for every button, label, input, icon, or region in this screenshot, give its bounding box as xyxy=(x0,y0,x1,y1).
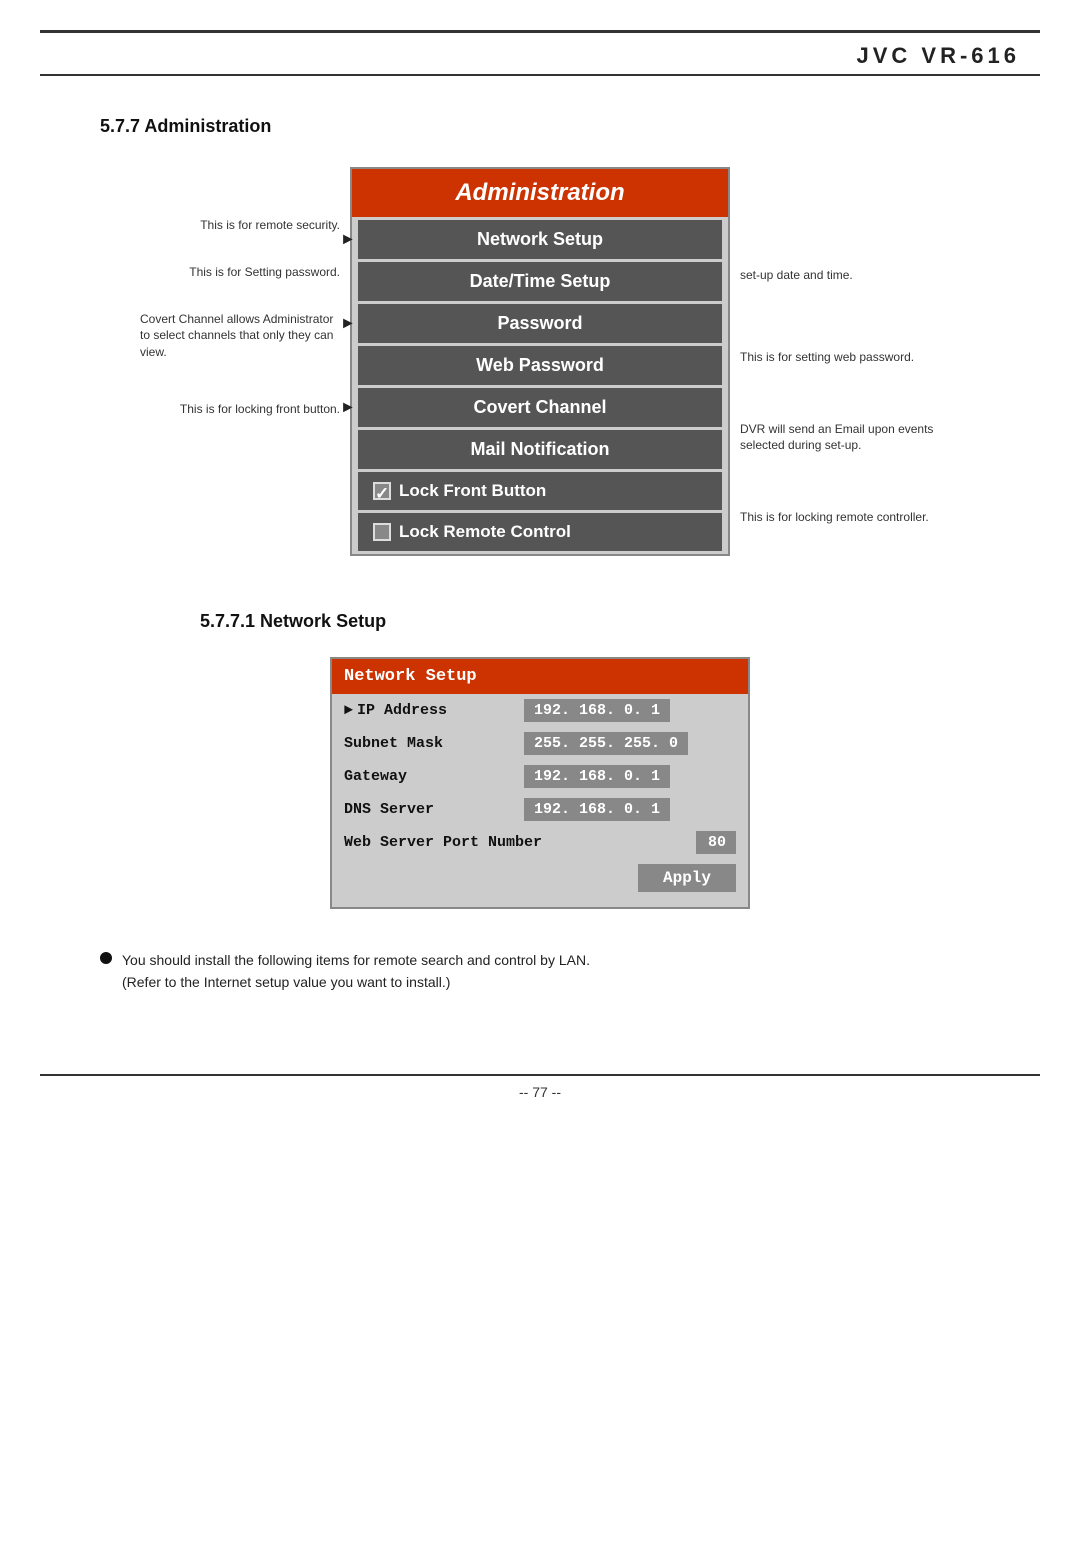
menu-lock-remote[interactable]: Lock Remote Control xyxy=(358,513,722,551)
menu-lock-front[interactable]: ✓ Lock Front Button xyxy=(358,472,722,510)
right-ann-1-text: set-up date and time. xyxy=(740,268,853,282)
left-ann-2: This is for Setting password. xyxy=(189,264,340,281)
left-annotations: This is for remote security. This is for… xyxy=(140,167,340,438)
page-number: -- 77 -- xyxy=(0,1076,1080,1108)
network-setup-title: Network Setup xyxy=(332,659,748,694)
right-ann-3: DVR will send an Email upon events selec… xyxy=(740,421,940,455)
left-ann-4: This is for locking front button. xyxy=(180,401,340,418)
section-heading-network: 5.7.7.1 Network Setup xyxy=(200,611,1080,632)
left-ann-4-text: This is for locking front button. xyxy=(180,402,340,416)
admin-diagram: This is for remote security. This is for… xyxy=(40,167,1040,561)
subnet-mask-row: Subnet Mask 255. 255. 255. 0 xyxy=(332,727,748,760)
menu-password[interactable]: ► Password xyxy=(358,304,722,343)
admin-title: Administration xyxy=(352,169,728,217)
right-ann-4-text: This is for locking remote controller. xyxy=(740,510,929,524)
network-setup-container: Network Setup ► IP Address 192. 168. 0. … xyxy=(40,657,1040,909)
note-bullet: You should install the following items f… xyxy=(100,949,980,994)
lock-front-checkbox[interactable]: ✓ xyxy=(373,482,391,500)
apply-row: Apply xyxy=(332,859,748,897)
menu-password-label: Password xyxy=(497,313,582,333)
menu-network-setup-label: Network Setup xyxy=(477,229,603,249)
menu-web-password-label: Web Password xyxy=(476,355,604,375)
ip-address-arrow: ► xyxy=(344,702,353,719)
bullet-dot xyxy=(100,952,112,964)
lock-front-label: Lock Front Button xyxy=(399,481,546,501)
arrow-covert: ► xyxy=(340,399,356,417)
subnet-mask-value[interactable]: 255. 255. 255. 0 xyxy=(524,732,688,755)
left-ann-3: Covert Channel allows Administrator to s… xyxy=(140,311,340,361)
left-ann-2-text: This is for Setting password. xyxy=(189,265,340,279)
web-server-port-row: Web Server Port Number 80 xyxy=(332,826,748,859)
right-ann-1: set-up date and time. xyxy=(740,267,940,284)
lock-remote-checkbox[interactable] xyxy=(373,523,391,541)
note-main: You should install the following items f… xyxy=(122,952,590,968)
dns-server-value[interactable]: 192. 168. 0. 1 xyxy=(524,798,670,821)
right-ann-2: This is for setting web password. xyxy=(740,349,940,366)
left-ann-3-text: Covert Channel allows Administrator to s… xyxy=(140,312,333,360)
dns-server-row: DNS Server 192. 168. 0. 1 xyxy=(332,793,748,826)
right-ann-3-text: DVR will send an Email upon events selec… xyxy=(740,422,933,453)
right-ann-2-text: This is for setting web password. xyxy=(740,350,914,364)
note-text: You should install the following items f… xyxy=(122,949,590,994)
dns-server-label: DNS Server xyxy=(344,801,524,818)
menu-web-password[interactable]: Web Password xyxy=(358,346,722,385)
web-server-port-label: Web Server Port Number xyxy=(344,834,696,851)
gateway-value[interactable]: 192. 168. 0. 1 xyxy=(524,765,670,788)
arrow-network: ► xyxy=(340,231,356,249)
arrow-password: ► xyxy=(340,315,356,333)
menu-covert-channel[interactable]: ► Covert Channel xyxy=(358,388,722,427)
menu-datetime-label: Date/Time Setup xyxy=(470,271,611,291)
menu-datetime-setup[interactable]: Date/Time Setup xyxy=(358,262,722,301)
admin-menu-box: Administration ► Network Setup Date/Time… xyxy=(350,167,730,556)
subnet-mask-label: Subnet Mask xyxy=(344,735,524,752)
ip-address-value[interactable]: 192. 168. 0. 1 xyxy=(524,699,670,722)
section-heading-admin: 5.7.7 Administration xyxy=(100,116,1080,137)
right-annotations: set-up date and time. This is for settin… xyxy=(740,167,940,561)
note-section: You should install the following items f… xyxy=(100,949,980,994)
web-server-port-value[interactable]: 80 xyxy=(696,831,736,854)
lock-remote-label: Lock Remote Control xyxy=(399,522,571,542)
left-ann-1: This is for remote security. xyxy=(200,217,340,234)
network-setup-box: Network Setup ► IP Address 192. 168. 0. … xyxy=(330,657,750,909)
note-sub: (Refer to the Internet setup value you w… xyxy=(122,974,450,990)
brand-header: JVC VR-616 xyxy=(0,33,1080,74)
menu-covert-label: Covert Channel xyxy=(473,397,606,417)
header-rule xyxy=(40,74,1040,76)
right-ann-4: This is for locking remote controller. xyxy=(740,509,940,526)
menu-network-setup[interactable]: ► Network Setup xyxy=(358,220,722,259)
ip-address-label: ► IP Address xyxy=(344,702,524,719)
gateway-row: Gateway 192. 168. 0. 1 xyxy=(332,760,748,793)
apply-button[interactable]: Apply xyxy=(638,864,736,892)
menu-mail-notification[interactable]: Mail Notification xyxy=(358,430,722,469)
ip-address-row: ► IP Address 192. 168. 0. 1 xyxy=(332,694,748,727)
menu-mail-label: Mail Notification xyxy=(471,439,610,459)
left-ann-1-text: This is for remote security. xyxy=(200,218,340,232)
gateway-label: Gateway xyxy=(344,768,524,785)
